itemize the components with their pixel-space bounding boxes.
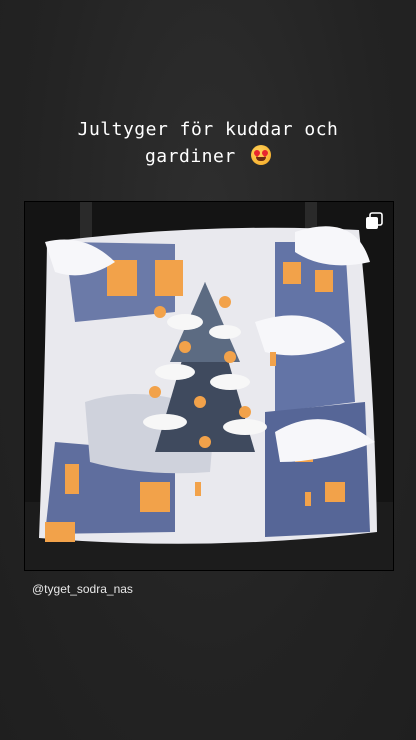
pillow-photo (25, 202, 393, 570)
shared-post-card[interactable] (24, 201, 394, 571)
caption-line-2-wrap: gardiner (0, 143, 416, 170)
username-tag[interactable]: @tyget_sodra_nas (32, 582, 133, 596)
story-caption: Jultyger för kuddar och gardiner (0, 116, 416, 170)
heart-eyes-emoji-icon (251, 145, 272, 165)
caption-line-2: gardiner (144, 146, 236, 167)
caption-line-1: Jultyger för kuddar och (77, 119, 339, 140)
carousel-icon (366, 212, 383, 229)
